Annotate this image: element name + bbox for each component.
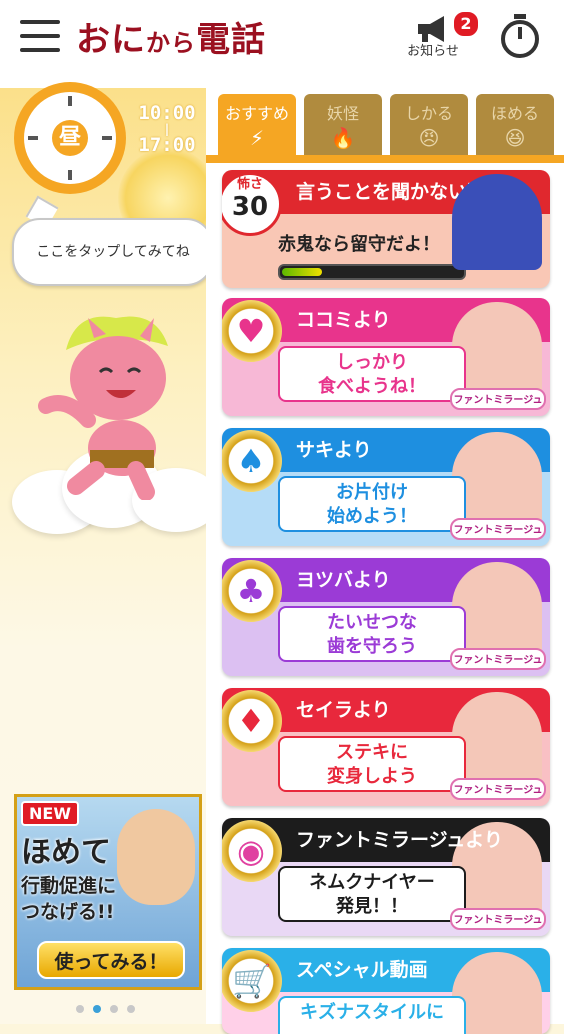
promo-title: ほめて (21, 835, 111, 870)
series-logo: ファントミラージュ (450, 778, 546, 800)
flame-icon: 🔥 (330, 126, 356, 150)
suit-medal: 🛒 (222, 950, 282, 1012)
card-message: しっかり 食べようね！ (278, 346, 466, 402)
promo-line-1: 行動促進に (21, 875, 117, 897)
day-clock: 昼 (14, 82, 126, 194)
blue-oni-illustration (452, 174, 542, 270)
tab-label: しかる (404, 104, 453, 123)
message-card-cocomi[interactable]: ココミよりしっかり 食べようね！ ♥ ファントミラージュ (222, 298, 550, 416)
oni-character[interactable] (36, 310, 216, 500)
lightning-icon: ⚡ (249, 126, 265, 150)
fear-level-badge: 怖さ 30 (222, 172, 282, 236)
clock-period-label: 昼 (52, 120, 88, 156)
notice-count-badge: 2 (452, 10, 480, 38)
series-logo: ファントミラージュ (450, 388, 546, 410)
series-logo: ファントミラージュ (450, 908, 546, 930)
suit-medal: ♥ (222, 300, 282, 362)
tab-3[interactable]: ほめる 😆 (476, 94, 554, 156)
card-message: たいせつな 歯を守ろう (278, 606, 466, 662)
card-sender: ファントミラージュより (296, 829, 503, 851)
hamburger-menu-icon[interactable] (20, 20, 60, 52)
pager-dot[interactable] (76, 1005, 84, 1013)
tab-0[interactable]: おすすめ ⚡ (218, 94, 296, 156)
card-sender: ココミより (296, 309, 391, 331)
app-header: おにから電話 2 お知らせ (0, 0, 564, 88)
tab-label: おすすめ (224, 104, 289, 123)
time-range: 10:00 | 17:00 (138, 102, 196, 156)
happy-face-icon: 😆 (504, 126, 526, 150)
app-title: おにから電話 (76, 20, 266, 60)
oni-call-card[interactable]: 言うことを聞かない時 怖さ 30 赤鬼なら留守だよ！ (222, 170, 550, 288)
compact-icon: ◉ (237, 832, 265, 870)
message-card-seira[interactable]: セイラよりステキに 変身しよう ♦ ファントミラージュ (222, 688, 550, 806)
card-message: ネムクナイヤー 発見！！ (278, 866, 466, 922)
tab-label: 妖怪 (326, 104, 359, 123)
series-logo: ファントミラージュ (450, 518, 546, 540)
tab-underline (206, 155, 564, 163)
card-sender: ヨツバより (296, 569, 391, 591)
heart-icon: ♥ (236, 312, 266, 350)
card-sender: サキより (296, 439, 372, 461)
stopwatch-icon[interactable] (498, 12, 542, 60)
try-it-button[interactable]: 使ってみる！ (37, 941, 185, 979)
pager-dot[interactable] (110, 1005, 118, 1013)
card-message: お片付け 始めよう！ (278, 476, 466, 532)
diamond-icon: ♦ (236, 702, 266, 740)
suit-medal: ♣ (222, 560, 282, 622)
spade-icon: ♠ (236, 442, 266, 480)
tab-1[interactable]: 妖怪 🔥 (304, 94, 382, 156)
card-sender: スペシャル動画 (296, 959, 428, 981)
message-card-special[interactable]: スペシャル動画キズナスタイルに 🛒 (222, 948, 550, 1034)
tab-2[interactable]: しかる 😠 (390, 94, 468, 156)
new-badge: NEW (21, 801, 79, 826)
old-man-illustration (117, 809, 195, 905)
pager-dot[interactable] (127, 1005, 135, 1013)
notice-label: お知らせ (407, 44, 459, 59)
message-card-saki[interactable]: サキよりお片付け 始めよう！ ♠ ファントミラージュ (222, 428, 550, 546)
tab-label: ほめる (490, 104, 539, 123)
card-sender: セイラより (296, 699, 391, 721)
pager-dots (76, 998, 144, 1017)
oni-card-subtitle: 赤鬼なら留守だよ！ (278, 234, 440, 255)
message-card-phantom[interactable]: ファントミラージュよりネムクナイヤー 発見！！ ◉ ファントミラージュ (222, 818, 550, 936)
suit-medal: ◉ (222, 820, 282, 882)
promo-line-2: つなげる!! (21, 901, 115, 923)
card-message: ステキに 変身しよう (278, 736, 466, 792)
cart-icon: 🛒 (232, 962, 272, 1000)
fear-meter (278, 264, 466, 280)
pager-dot[interactable] (93, 1005, 101, 1013)
suit-medal: ♠ (222, 430, 282, 492)
angry-face-icon: 😠 (418, 126, 440, 150)
suit-medal: ♦ (222, 690, 282, 752)
tap-hint-bubble[interactable]: ここをタップしてみてね (12, 218, 214, 286)
club-icon: ♣ (236, 572, 266, 610)
series-logo: ファントミラージュ (450, 648, 546, 670)
card-message: キズナスタイルに (278, 996, 466, 1034)
promo-banner[interactable]: NEW ほめて 行動促進に つなげる!! 使ってみる！ (14, 794, 202, 990)
message-card-yotsuba[interactable]: ヨツバよりたいせつな 歯を守ろう ♣ ファントミラージュ (222, 558, 550, 676)
